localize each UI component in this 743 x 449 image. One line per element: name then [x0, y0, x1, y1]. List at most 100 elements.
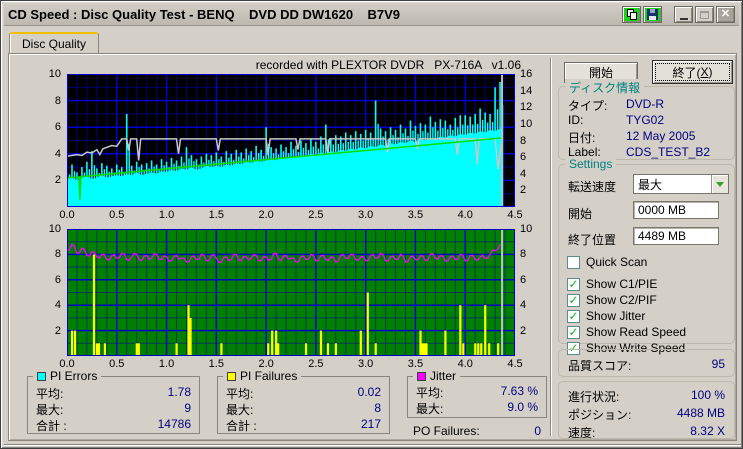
maximize-button[interactable] — [695, 6, 714, 23]
pi-failures-statbox: PI Failures 平均:0.02 最大:8 合計 :217 — [217, 376, 390, 434]
axis-tick-label: 6 — [35, 121, 61, 133]
checkbox-icon: ✓ — [567, 278, 580, 291]
axis-tick-label: 8 — [520, 248, 546, 260]
end-position-value: 4489 MB — [638, 229, 686, 243]
window-title: CD Speed : Disc Quality Test - BENQ DVD … — [8, 7, 622, 22]
chart-header: recorded with PLEXTOR DVDR PX-716A v1.06 — [9, 58, 521, 72]
bottom-groove — [4, 444, 741, 446]
axis-tick-label: 2 — [35, 174, 61, 186]
exit-button-label: 終了( — [672, 64, 700, 81]
progress-group: 進行状況: 100 % ポジション: 4488 MB 速度: 8.32 X — [558, 381, 735, 439]
axis-tick-label: 8 — [35, 95, 61, 107]
axis-tick-label: 6 — [35, 274, 61, 286]
disc-info-label: 日付: — [568, 129, 595, 146]
disc-info-row: タイプ:DVD-R — [568, 97, 725, 114]
checkbox-show-read-speed[interactable]: ✓ Show Read Speed — [567, 325, 686, 339]
start-position-field[interactable]: 0000 MB — [633, 201, 719, 219]
progress-value: 100 % — [691, 388, 725, 405]
title-bar[interactable]: CD Speed : Disc Quality Test - BENQ DVD … — [4, 4, 739, 26]
transfer-speed-dropdown-button[interactable] — [711, 175, 728, 193]
close-button[interactable]: ✕ — [716, 6, 735, 23]
pi-errors-statbox-label: PI Errors — [50, 369, 97, 383]
minimize-button[interactable] — [674, 6, 693, 23]
axis-tick-label: 3.0 — [353, 358, 379, 370]
end-position-field[interactable]: 4489 MB — [633, 227, 719, 245]
checkbox-show-jitter[interactable]: ✓Show Jitter — [567, 309, 645, 323]
checkbox-label: Show C1/PIE — [586, 277, 657, 291]
jitter-right-axis: 246810 — [517, 229, 543, 356]
stat-value: 0.02 — [358, 385, 381, 400]
checkbox-icon: ✓ — [567, 310, 580, 323]
checkbox-quick-scan[interactable]: Quick Scan — [567, 255, 647, 269]
tab-strip: Disc Quality — [9, 32, 99, 53]
axis-tick-label: 2.0 — [253, 209, 279, 221]
axis-tick-label: 2 — [520, 184, 546, 196]
disc-info-value: 12 May 2005 — [626, 129, 695, 143]
axis-tick-label: 1.0 — [154, 209, 180, 221]
axis-tick-label: 4 — [35, 148, 61, 160]
checkbox-label: Show Read Speed — [586, 325, 686, 339]
axis-tick-label: 2.5 — [303, 209, 329, 221]
disc-info-value: CDS_TEST_B2 — [626, 145, 710, 159]
progress-label: 進行状況: — [568, 388, 619, 405]
axis-tick-label: 10 — [520, 223, 546, 235]
axis-tick-label: 3.5 — [402, 209, 428, 221]
exit-button[interactable]: 終了(X) — [652, 60, 733, 84]
pi-failures-statbox-label: PI Failures — [240, 369, 297, 383]
tab-label: Disc Quality — [22, 37, 86, 51]
disc-info-label: ID: — [568, 113, 583, 127]
axis-tick-label: 4 — [35, 299, 61, 311]
checkbox-show-c2-pif[interactable]: ✓Show C2/PIF — [567, 293, 657, 307]
checkbox-show-c1-pie[interactable]: ✓ Show C1/PIE — [567, 277, 657, 291]
stat-label: 最大: — [36, 401, 63, 416]
axis-tick-label: 0.0 — [54, 209, 80, 221]
close-icon: ✕ — [721, 9, 730, 20]
copy-icon — [627, 9, 637, 20]
pi-errors-right-axis: 246810121416 — [517, 74, 543, 207]
transfer-speed-value: 最大 — [634, 176, 711, 193]
axis-tick-label: 0.5 — [104, 209, 130, 221]
pi-failures-statbox-title: PI Failures — [223, 369, 301, 383]
stat-label: 最大: — [416, 400, 443, 415]
axis-tick-label: 4 — [520, 168, 546, 180]
axis-tick-label: 10 — [520, 118, 546, 130]
stat-label: 合計 : — [226, 417, 257, 432]
axis-tick-label: 14 — [520, 85, 546, 97]
tab-disc-quality[interactable]: Disc Quality — [9, 32, 99, 53]
save-button[interactable] — [643, 6, 662, 23]
position-label: ポジション: — [568, 406, 631, 423]
po-failures-label: PO Failures: — [413, 424, 480, 438]
axis-tick-label: 8 — [520, 135, 546, 147]
checkbox-icon — [567, 256, 580, 269]
jitter-statbox-title: Jitter — [413, 369, 460, 383]
pi-errors-statbox: PI Errors 平均:1.78 最大:9 合計 :14786 — [27, 376, 200, 434]
stat-label: 平均: — [416, 384, 443, 399]
speed-value: 8.32 X — [690, 424, 725, 441]
disc-info-value: DVD-R — [626, 97, 664, 111]
disc-info-row: 日付: 12 May 2005 — [568, 129, 725, 146]
po-failures-row: PO Failures: 0 — [413, 424, 541, 438]
settings-group: Settings 転送速度 最大 開始 0000 MB 終了位置 4489 MB… — [558, 164, 735, 344]
score-value: 95 — [712, 357, 725, 374]
app-window: CD Speed : Disc Quality Test - BENQ DVD … — [0, 0, 743, 449]
axis-tick-label: 6 — [520, 274, 546, 286]
axis-tick-label: 0.5 — [104, 358, 130, 370]
checkbox-icon: ✓ — [567, 294, 580, 307]
maximize-icon — [700, 11, 709, 19]
stat-value: 7.63 % — [501, 384, 538, 399]
transfer-speed-select[interactable]: 最大 — [633, 174, 729, 194]
jitter-left-axis: 246810 — [37, 229, 63, 356]
axis-tick-label: 12 — [520, 101, 546, 113]
pi-errors-chart — [67, 74, 515, 207]
stat-value: 217 — [361, 417, 381, 432]
axis-tick-label: 4.0 — [452, 209, 478, 221]
disc-info-group-title: ディスク情報 — [565, 79, 644, 96]
axis-tick-label: 1.0 — [154, 358, 180, 370]
po-failures-value: 0 — [534, 424, 541, 438]
stat-value: 9.0 % — [507, 400, 538, 415]
copy-button[interactable] — [622, 6, 641, 23]
checkbox-icon: ✓ — [567, 326, 580, 339]
pi-failures-jitter-chart — [67, 229, 515, 356]
panel-separator — [550, 58, 552, 436]
titlebar-buttons: ✕ — [622, 6, 735, 23]
